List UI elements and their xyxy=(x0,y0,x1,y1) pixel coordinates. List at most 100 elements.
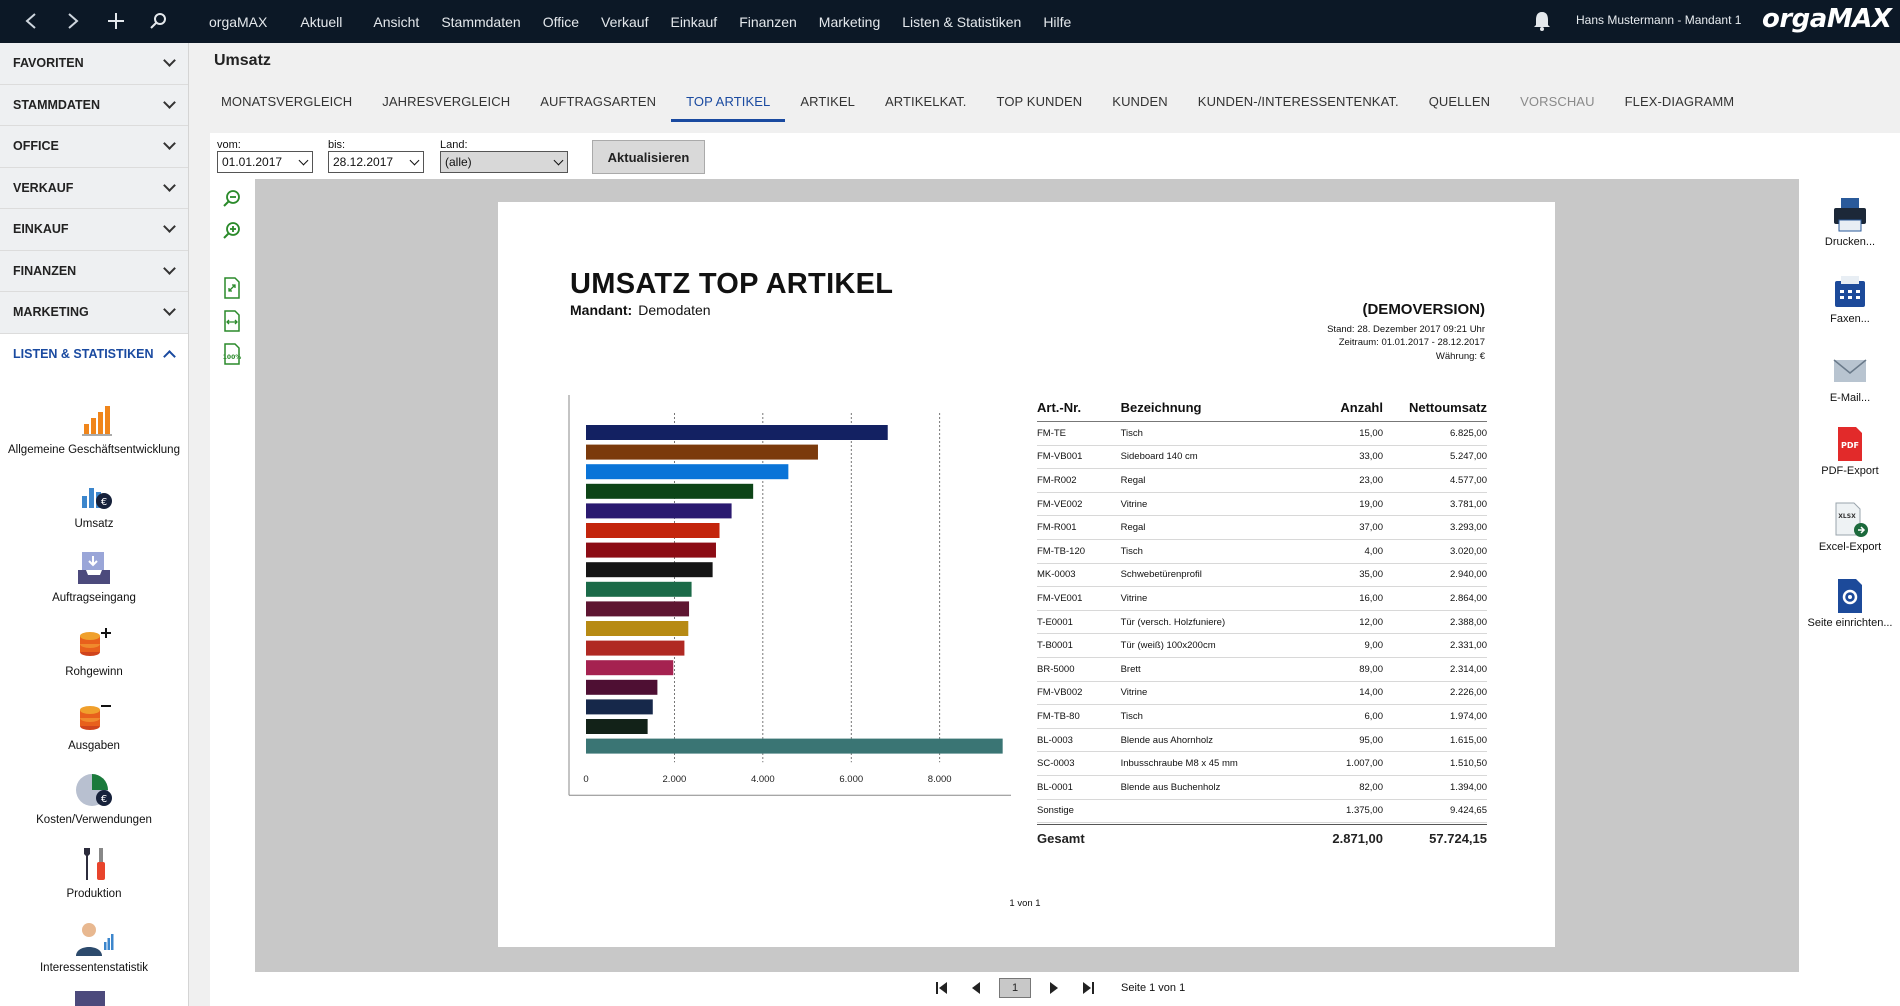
coins-plus-icon xyxy=(74,622,114,662)
menu-stammdaten[interactable]: Stammdaten xyxy=(430,14,531,30)
svg-text:€: € xyxy=(101,794,107,805)
table-cell: FM-R001 xyxy=(1037,522,1077,534)
table-row: Sonstige 1.375,00 9.424,65 xyxy=(1037,800,1487,824)
sidebar-section-office[interactable]: OFFICE xyxy=(0,126,188,168)
next-page-icon[interactable] xyxy=(1037,976,1071,1000)
table-row: SC-0003 Inbusschraube M8 x 45 mm 1.007,00 1… xyxy=(1037,752,1487,776)
sidebar-item-produktion[interactable]: Produktion xyxy=(0,844,188,900)
report-mandant: Mandant: Demodaten xyxy=(570,302,711,318)
table-cell: T-B0001 xyxy=(1037,640,1073,652)
actual-size-icon[interactable]: 100% xyxy=(222,343,242,365)
report-stand: Stand: 28. Dezember 2017 09:21 Uhr xyxy=(1327,324,1485,335)
zoom-in-icon[interactable] xyxy=(222,221,242,243)
forward-arrow-icon[interactable] xyxy=(60,8,86,34)
table-cell: Brett xyxy=(1120,663,1141,675)
tab-vorschau[interactable]: VORSCHAU xyxy=(1505,90,1609,122)
plus-icon[interactable] xyxy=(103,8,129,34)
table-cell: SC-0003 xyxy=(1037,758,1075,770)
sidebar-item-interessentenstatistik[interactable]: Interessentenstatistik xyxy=(0,918,188,974)
page-number-field[interactable]: 1 xyxy=(999,978,1031,998)
tab-quellen[interactable]: QUELLEN xyxy=(1414,90,1505,122)
menu-ansicht[interactable]: Ansicht xyxy=(353,14,430,30)
land-select[interactable]: (alle) xyxy=(440,151,568,173)
table-cell: BR-5000 xyxy=(1037,663,1075,675)
tab-jahresvergleich[interactable]: JAHRESVERGLEICH xyxy=(367,90,525,122)
back-arrow-icon[interactable] xyxy=(18,8,44,34)
to-label: bis: xyxy=(328,139,346,151)
sidebar-section-verkauf[interactable]: VERKAUF xyxy=(0,167,188,209)
to-date-select[interactable]: 28.12.2017 xyxy=(328,151,424,173)
sidebar-section-finanzen[interactable]: FINANZEN xyxy=(0,250,188,292)
update-button[interactable]: Aktualisieren xyxy=(592,140,705,174)
fax-button[interactable]: Faxen... xyxy=(1800,273,1900,325)
table-cell: 5.247,00 xyxy=(1450,451,1487,463)
search-icon[interactable] xyxy=(145,8,171,34)
menu-marketing[interactable]: Marketing xyxy=(808,14,891,30)
sidebar-item-kosten-verwendungen[interactable]: € Kosten/Verwendungen xyxy=(0,770,188,826)
pager: 1 Seite 1 von 1 xyxy=(925,976,1185,1000)
tab-top-artikel[interactable]: TOP ARTIKEL xyxy=(671,90,786,122)
menu-listen-statistiken[interactable]: Listen & Statistiken xyxy=(891,14,1032,30)
bar-mk-0003 xyxy=(586,542,716,558)
svg-text:PDF: PDF xyxy=(1841,441,1859,450)
tab-flex-diagramm[interactable]: FLEX-DIAGRAMM xyxy=(1610,90,1750,122)
table-row: FM-R002 Regal 23,00 4.577,00 xyxy=(1037,469,1487,493)
report-zeitraum: Zeitraum: 01.01.2017 - 28.12.2017 xyxy=(1338,337,1485,348)
svg-text:€: € xyxy=(101,497,107,508)
table-cell: 15,00 xyxy=(1359,427,1383,439)
coins-minus-icon xyxy=(74,696,114,736)
print-button[interactable]: Drucken... xyxy=(1800,196,1900,248)
sidebar-section-einkauf[interactable]: EINKAUF xyxy=(0,209,188,251)
fit-width-icon[interactable] xyxy=(222,310,242,332)
table-cell: FM-R002 xyxy=(1037,474,1077,486)
from-date-select[interactable]: 01.01.2017 xyxy=(217,151,313,173)
sidebar-item-auftragseingang[interactable]: Auftragseingang xyxy=(0,548,188,604)
tab-top-kunden[interactable]: TOP KUNDEN xyxy=(982,90,1098,122)
table-row: FM-VE002 Vitrine 19,00 3.781,00 xyxy=(1037,493,1487,517)
report-page-count: 1 von 1 xyxy=(1009,898,1041,909)
fit-page-icon[interactable] xyxy=(222,277,242,299)
menu-finanzen[interactable]: Finanzen xyxy=(728,14,808,30)
first-page-icon[interactable] xyxy=(925,976,959,1000)
excel-export-button[interactable]: XLSX Excel-Export xyxy=(1800,501,1900,553)
sidebar-section-listen-statistiken[interactable]: LISTEN & STATISTIKEN xyxy=(0,333,188,375)
menu-hilfe[interactable]: Hilfe xyxy=(1032,14,1082,30)
page-setup-button[interactable]: Seite einrichten... xyxy=(1800,577,1900,629)
tab-artikel[interactable]: ARTIKEL xyxy=(785,90,870,122)
menu-office[interactable]: Office xyxy=(532,14,590,30)
bar-sc-0003 xyxy=(586,699,653,715)
tools-icon xyxy=(74,844,114,884)
tab-kunden[interactable]: KUNDEN xyxy=(1097,90,1183,122)
sidebar-item-rohgewinn[interactable]: Rohgewinn xyxy=(0,622,188,678)
pdf-export-button[interactable]: PDF PDF-Export xyxy=(1800,425,1900,477)
prev-page-icon[interactable] xyxy=(959,976,993,1000)
menu-verkauf[interactable]: Verkauf xyxy=(590,14,659,30)
tab-monatsvergleich[interactable]: MONATSVERGLEICH xyxy=(206,90,367,122)
bell-icon[interactable] xyxy=(1532,10,1552,32)
sidebar-section-marketing[interactable]: MARKETING xyxy=(0,292,188,334)
table-cell: Tisch xyxy=(1120,427,1143,439)
user-name[interactable]: Hans Mustermann - Mandant 1 xyxy=(1576,13,1741,27)
sidebar-section-stammdaten[interactable]: STAMMDATEN xyxy=(0,84,188,126)
table-cell: 9,00 xyxy=(1364,640,1384,652)
menu-aktuell[interactable]: Aktuell xyxy=(278,14,353,30)
table-cell: 1.375,00 xyxy=(1346,805,1383,817)
menu-einkauf[interactable]: Einkauf xyxy=(659,14,728,30)
tab-artikelkat[interactable]: ARTIKELKAT. xyxy=(870,90,982,122)
chevron-down-icon xyxy=(163,261,176,275)
revenue-chart-icon: € xyxy=(74,474,114,514)
sidebar-section-favoriten[interactable]: FAVORITEN xyxy=(0,43,188,85)
table-row: BR-5000 Brett 89,00 2.314,00 xyxy=(1037,658,1487,682)
sidebar-item-ausgaben[interactable]: Ausgaben xyxy=(0,696,188,752)
zoom-out-icon[interactable] xyxy=(222,189,242,211)
menu-orgamax[interactable]: orgaMAX xyxy=(198,14,278,30)
sidebar-item-umsatz[interactable]: € Umsatz xyxy=(0,474,188,530)
tab-kunden-interessentenkat[interactable]: KUNDEN-/INTERESSENTENKAT. xyxy=(1183,90,1414,122)
email-button[interactable]: E-Mail... xyxy=(1800,352,1900,404)
table-cell: FM-VB002 xyxy=(1037,687,1083,699)
tab-auftragsarten[interactable]: AUFTRAGSARTEN xyxy=(525,90,671,122)
last-page-icon[interactable] xyxy=(1071,976,1105,1000)
sidebar-item-geschaeftsentwicklung[interactable]: Allgemeine Geschäftsentwicklung xyxy=(0,400,188,456)
table-cell: 1.510,50 xyxy=(1450,758,1487,770)
from-label: vom: xyxy=(217,139,241,151)
